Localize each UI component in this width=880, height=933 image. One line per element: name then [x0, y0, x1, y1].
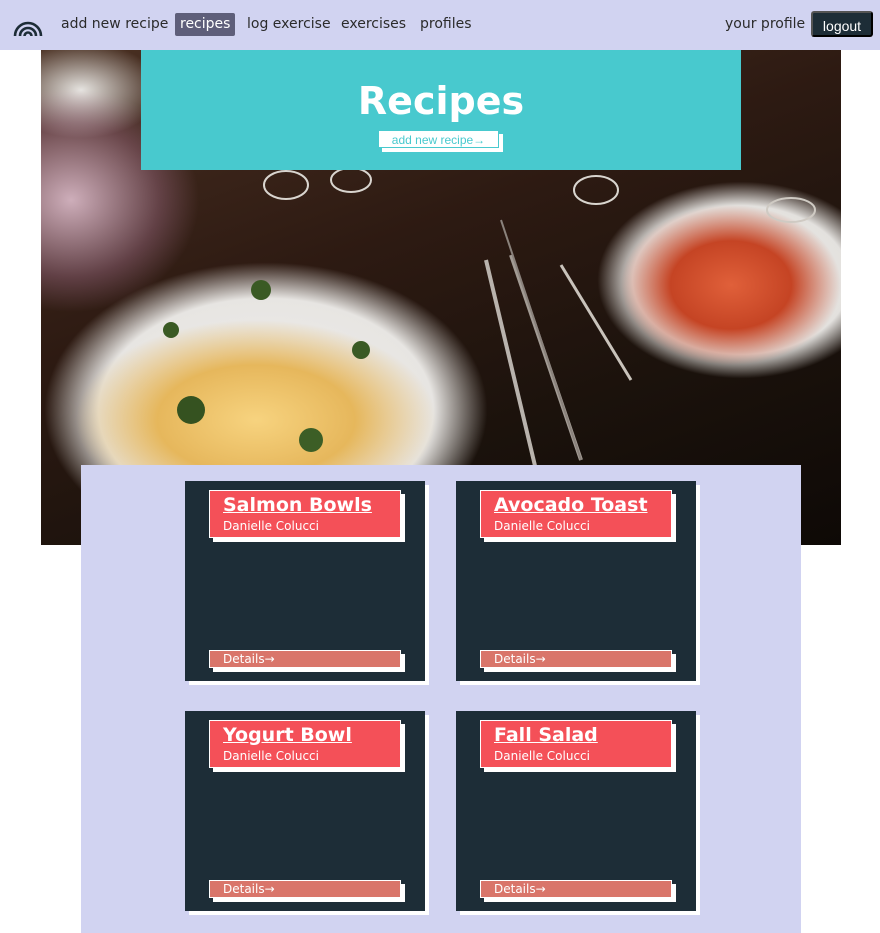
- card-header: Salmon Bowls Danielle Colucci: [209, 490, 401, 538]
- logout-button[interactable]: logout: [811, 11, 873, 37]
- nav-exercises[interactable]: exercises: [336, 13, 411, 36]
- recipe-title-link[interactable]: Avocado Toast: [494, 494, 648, 516]
- recipe-author: Danielle Colucci: [223, 519, 319, 533]
- recipe-title-link[interactable]: Fall Salad: [494, 724, 598, 746]
- card-header: Yogurt Bowl Danielle Colucci: [209, 720, 401, 768]
- hero-title-band: Recipes add new recipe→: [141, 50, 741, 170]
- recipe-card: Yogurt Bowl Danielle Colucci Details→: [185, 711, 425, 911]
- nav-log-exercise[interactable]: log exercise: [242, 13, 336, 36]
- card-header: Fall Salad Danielle Colucci: [480, 720, 672, 768]
- nav-profiles[interactable]: profiles: [415, 13, 477, 36]
- recipe-author: Danielle Colucci: [494, 749, 590, 763]
- recipe-title-link[interactable]: Salmon Bowls: [223, 494, 372, 516]
- recipe-card: Fall Salad Danielle Colucci Details→: [456, 711, 696, 911]
- card-header: Avocado Toast Danielle Colucci: [480, 490, 672, 538]
- nav-add-new-recipe[interactable]: add new recipe: [56, 13, 173, 36]
- add-new-recipe-button[interactable]: add new recipe→: [378, 130, 499, 148]
- recipe-author: Danielle Colucci: [223, 749, 319, 763]
- recipe-title-link[interactable]: Yogurt Bowl: [223, 724, 352, 746]
- nav-your-profile[interactable]: your profile: [720, 13, 810, 36]
- recipe-cards-section: Salmon Bowls Danielle Colucci Details→ A…: [81, 465, 801, 933]
- top-navbar: add new recipe recipes log exercise exer…: [0, 0, 880, 50]
- nav-recipes[interactable]: recipes: [175, 13, 236, 36]
- details-button[interactable]: Details→: [209, 650, 401, 668]
- recipe-author: Danielle Colucci: [494, 519, 590, 533]
- details-button[interactable]: Details→: [480, 880, 672, 898]
- hero-add-recipe-wrap: add new recipe→: [378, 130, 503, 152]
- rainbow-arch-icon[interactable]: [12, 10, 44, 38]
- page-title: Recipes: [357, 79, 525, 123]
- recipe-card: Salmon Bowls Danielle Colucci Details→: [185, 481, 425, 681]
- details-button[interactable]: Details→: [209, 880, 401, 898]
- recipe-card: Avocado Toast Danielle Colucci Details→: [456, 481, 696, 681]
- details-button[interactable]: Details→: [480, 650, 672, 668]
